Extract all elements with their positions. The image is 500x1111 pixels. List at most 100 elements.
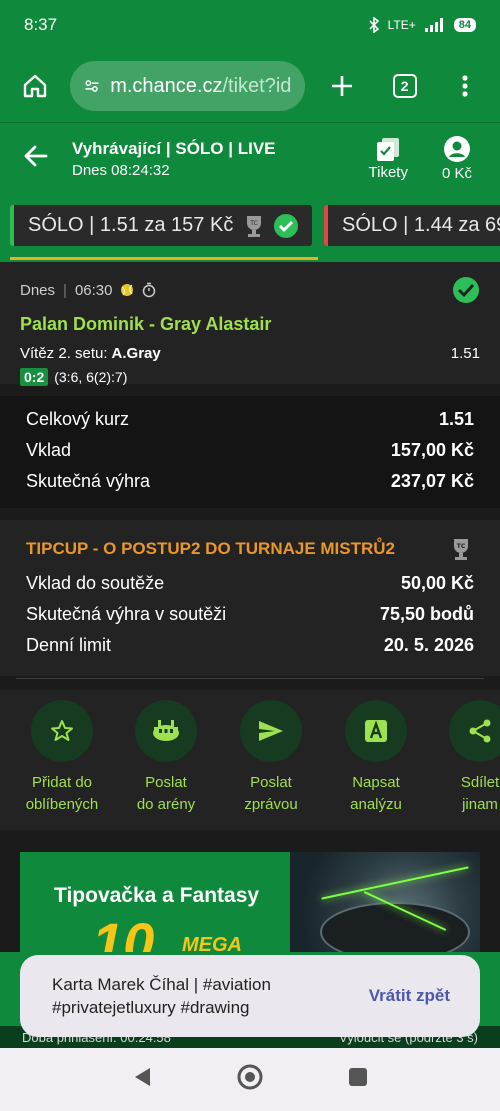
more-menu-icon[interactable] (444, 64, 486, 108)
share-button[interactable]: Sdílet jinam (430, 700, 500, 816)
tab-count: 2 (392, 74, 417, 98)
url-host: m.chance.cz (110, 74, 223, 97)
tipcup-row: Denní limit 20. 5. 2026 (26, 630, 474, 661)
bet-odd: 1.51 (450, 345, 480, 362)
ticket-tab-label: SÓLO | 1.44 za 69 (342, 214, 500, 236)
summary-label: Skutečná výhra (26, 471, 151, 491)
bet-market: Vítěz 2. setu: (20, 345, 108, 362)
tipcup-row: Vklad do soutěže 50,00 Kč (26, 568, 474, 599)
tipcup-value: 20. 5. 2026 (383, 635, 474, 655)
banner-number: 10 (92, 911, 155, 952)
ticket-tab-active[interactable]: SÓLO | 1.51 za 157 Kč TC (10, 205, 312, 246)
action-label-2: analýzu (350, 796, 402, 813)
action-label-1: Napsat (352, 774, 400, 791)
share-icon (449, 700, 500, 762)
summary-row: Skutečná výhra 237,07 Kč (26, 466, 474, 497)
action-label-1: Poslat (145, 774, 187, 791)
tickets-icon (377, 138, 400, 161)
match-day: Dnes (20, 281, 56, 299)
action-label-1: Poslat (250, 774, 292, 791)
action-label-1: Sdílet (460, 774, 500, 791)
score-line: 0:2 (3:6, 6(2):7) (20, 368, 480, 386)
recents-nav-icon[interactable] (348, 1067, 368, 1092)
analysis-icon (345, 700, 407, 762)
action-label-1: Přidat do (31, 774, 93, 791)
tipcup-row: Skutečná výhra v soutěži 75,50 bodů (26, 599, 474, 630)
tab-switcher-button[interactable]: 2 (384, 64, 426, 108)
action-label-2: do arény (136, 796, 196, 813)
battery-icon: 84 (453, 18, 476, 32)
summary-value: 237,07 Kč (390, 471, 474, 491)
summary-value: 1.51 (438, 409, 474, 429)
url-bar[interactable]: m.chance.cz/tiket?id (70, 61, 306, 111)
ticket-tabs: SÓLO | 1.51 za 157 Kč TC SÓLO | 1.44 za … (0, 194, 500, 262)
hockey-puck-image (290, 852, 480, 952)
tipcup-label: Denní limit (26, 635, 112, 655)
account-icon (443, 136, 470, 162)
send-icon (240, 700, 302, 762)
tipcup-trophy-icon: TC (454, 539, 468, 560)
tipcup-label: Skutečná výhra v soutěži (26, 604, 227, 624)
system-nav-bar (0, 1048, 500, 1111)
tipcup-value: 50,00 Kč (400, 573, 474, 593)
tickets-button[interactable]: Tikety (369, 136, 408, 181)
ticket-summary: Celkový kurz 1.51 Vklad 157,00 Kč Skutečná… (0, 396, 500, 508)
bluetooth-icon (369, 17, 379, 33)
tipcup-header: TIPCUP - O POSTUP2 DO TURNAJE MISTRŮ2 TC (26, 534, 474, 564)
snackbar: Karta Marek Číhal | #aviation #privateje… (20, 955, 480, 1037)
balance-label: 0 Kč (441, 165, 472, 182)
trophy-icon: TC (247, 215, 262, 237)
network-label: LTE+ (387, 18, 416, 32)
divider (16, 678, 484, 679)
account-button[interactable]: 0 Kč (442, 135, 472, 182)
site-settings-icon[interactable] (84, 76, 100, 96)
match-card[interactable]: Dnes | 06:30 Palan Dominik - Gray Alasta… (0, 262, 500, 386)
star-icon (31, 700, 93, 762)
home-icon[interactable] (14, 64, 56, 108)
svg-text:TC: TC (457, 543, 466, 550)
stopwatch-icon (143, 282, 156, 298)
tennis-ball-icon (121, 284, 134, 296)
tickets-label: Tikety (368, 164, 408, 181)
send-message-button[interactable]: Poslat zprávou (221, 700, 321, 816)
clock: 8:37 (24, 15, 58, 34)
tipcup-section: TIPCUP - O POSTUP2 DO TURNAJE MISTRŮ2 TC… (0, 520, 500, 676)
new-tab-icon[interactable] (321, 64, 363, 108)
signal-icon (424, 18, 443, 32)
status-bar: 8:37 LTE+ 84 (0, 0, 500, 50)
score-badge: 0:2 (20, 368, 49, 386)
ticket-title: Vyhrávající | SÓLO | LIVE (72, 138, 276, 158)
send-to-arena-button[interactable]: Poslat do arény (116, 700, 216, 816)
match-time: 06:30 (74, 281, 113, 299)
add-favorite-button[interactable]: Přidat do oblíbených (12, 700, 112, 816)
action-label-2: oblíbených (25, 796, 99, 813)
ticket-header: Vyhrávající | SÓLO | LIVE Dnes 08:24:32 … (0, 122, 500, 194)
banner-mega: MEGA (182, 934, 242, 952)
action-label-2: jinam (462, 796, 498, 813)
system-icons: LTE+ 84 (368, 17, 476, 33)
ticket-tab-label: SÓLO | 1.51 za 157 Kč (28, 214, 234, 236)
ticket-tab[interactable]: SÓLO | 1.44 za 69 (324, 205, 500, 246)
snackbar-message: Karta Marek Číhal | #aviation #privateje… (52, 975, 271, 1017)
back-nav-icon[interactable] (132, 1066, 152, 1093)
bet-pick: A.Gray (111, 345, 161, 362)
summary-value: 157,00 Kč (390, 440, 474, 460)
url-path: /tiket?id (222, 74, 292, 97)
tipcup-label: Vklad do soutěže (26, 573, 165, 593)
undo-button[interactable]: Vrátit zpět (369, 986, 450, 1006)
promo-banner[interactable]: Tipovačka a Fantasy 10 MEGA (20, 852, 480, 952)
home-nav-icon[interactable] (236, 1063, 264, 1096)
active-tab-indicator (10, 257, 318, 260)
svg-text:TC: TC (250, 220, 259, 227)
score-detail: (3:6, 6(2):7) (54, 369, 128, 385)
tipcup-title: TIPCUP - O POSTUP2 DO TURNAJE MISTRŮ2 (26, 539, 396, 558)
match-meta: Dnes | 06:30 (20, 276, 480, 304)
summary-label: Vklad (26, 440, 72, 460)
summary-row: Celkový kurz 1.51 (26, 404, 474, 435)
ticket-subtitle: Dnes 08:24:32 (72, 161, 170, 179)
write-analysis-button[interactable]: Napsat analýzu (326, 700, 426, 816)
tipcup-value: 75,50 bodů (379, 604, 474, 624)
header-titles: Vyhrávající | SÓLO | LIVE Dnes 08:24:32 (72, 139, 276, 179)
back-arrow-icon[interactable] (22, 144, 48, 173)
win-check-icon (274, 213, 299, 238)
